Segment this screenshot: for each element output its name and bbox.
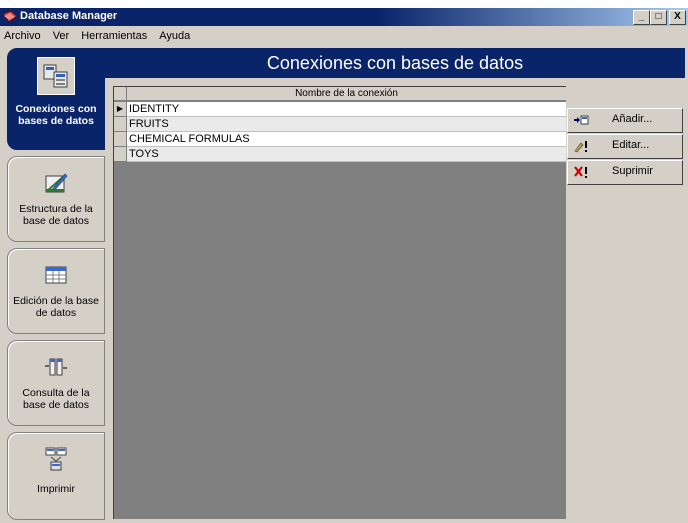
sidebar-item-label: Conexiones con bases de datos — [15, 103, 97, 127]
delete-button-label: Suprimir — [612, 165, 653, 177]
sidebar-item-label: Consulta de la base de datos — [22, 387, 90, 411]
table-cell[interactable]: IDENTITY — [127, 102, 566, 117]
maximize-button[interactable]: □ — [650, 10, 667, 25]
sidebar-item-label: Edición de la base de datos — [13, 295, 99, 319]
window-title: Database Manager — [20, 10, 118, 22]
delete-icon — [574, 166, 587, 178]
sidebar-item-query[interactable]: Consulta de la base de datos — [7, 340, 105, 426]
row-indicator — [114, 147, 127, 162]
menu-herramientas[interactable]: Herramientas — [75, 28, 153, 45]
current-row-indicator-icon: ▶ — [114, 102, 127, 117]
main-panel: Conexiones con bases de datos Nombre de … — [105, 48, 685, 520]
grid-corner — [114, 87, 127, 101]
table-edit-icon — [38, 257, 74, 293]
menu-bar: Archivo Ver Herramientas Ayuda — [0, 28, 688, 45]
sidebar-item-structure[interactable]: Estructura de la base de datos — [7, 156, 105, 242]
menu-archivo[interactable]: Archivo — [0, 28, 47, 45]
sidebar-item-label: Imprimir — [37, 483, 75, 495]
print-icon — [38, 441, 74, 477]
table-row[interactable]: FRUITS — [114, 117, 566, 132]
structure-icon — [38, 165, 74, 201]
add-button-label: Añadir... — [612, 113, 653, 125]
sidebar-item-edit[interactable]: Edición de la base de datos — [7, 248, 105, 334]
sidebar: Conexiones con bases de datos Estructura… — [7, 48, 105, 520]
database-manager-icon — [2, 10, 18, 23]
connections-grid[interactable]: Nombre de la conexión ▶ IDENTITY FRUITS … — [113, 86, 566, 519]
page-title: Conexiones con bases de datos — [105, 48, 685, 78]
table-cell[interactable]: CHEMICAL FORMULAS — [127, 132, 566, 147]
row-indicator — [114, 117, 127, 132]
minimize-button[interactable]: _ — [633, 10, 650, 25]
edit-icon — [574, 141, 587, 153]
grid-header: Nombre de la conexión — [114, 87, 566, 101]
app-window: Database Manager _ □ X Archivo Ver Herra… — [0, 8, 688, 523]
add-button[interactable]: Añadir... — [567, 108, 683, 133]
menu-ayuda[interactable]: Ayuda — [153, 28, 196, 45]
column-header-connection-name[interactable]: Nombre de la conexión — [127, 87, 566, 101]
add-icon — [574, 115, 589, 125]
title-bar[interactable]: Database Manager _ □ X — [0, 8, 688, 26]
menu-ver[interactable]: Ver — [47, 28, 76, 45]
edit-button[interactable]: Editar... — [567, 134, 683, 159]
table-cell[interactable]: TOYS — [127, 147, 566, 162]
table-row[interactable]: CHEMICAL FORMULAS — [114, 132, 566, 147]
sidebar-item-print[interactable]: Imprimir — [7, 432, 105, 520]
edit-button-label: Editar... — [612, 139, 650, 151]
close-button[interactable]: X — [669, 10, 686, 25]
sidebar-item-connections[interactable]: Conexiones con bases de datos — [7, 48, 105, 150]
sidebar-item-label: Estructura de la base de datos — [19, 203, 93, 227]
database-connections-icon — [37, 57, 75, 95]
delete-button[interactable]: Suprimir — [567, 160, 683, 185]
table-cell[interactable]: FRUITS — [127, 117, 566, 132]
query-icon — [38, 349, 74, 385]
row-indicator — [114, 132, 127, 147]
table-row[interactable]: TOYS — [114, 147, 566, 162]
table-row[interactable]: ▶ IDENTITY — [114, 102, 566, 117]
